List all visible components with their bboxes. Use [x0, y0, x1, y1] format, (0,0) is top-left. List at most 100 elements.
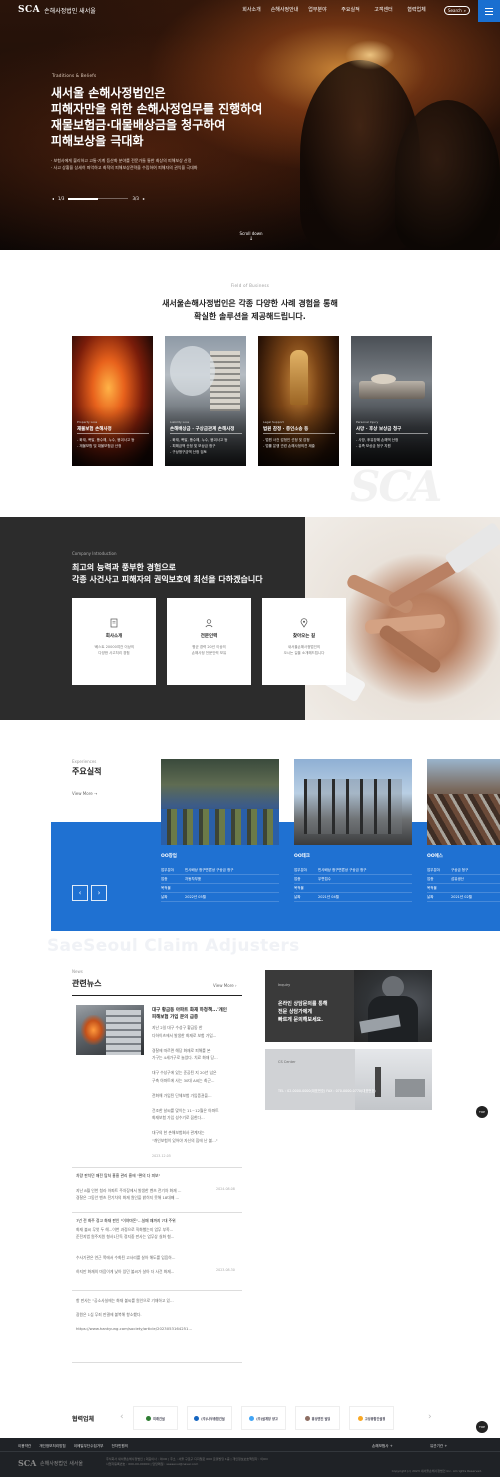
next-arrow-icon[interactable]: › [91, 885, 107, 901]
row-key: 목적물 [161, 886, 171, 890]
news-thumbnail[interactable] [76, 1005, 144, 1055]
partner-logo[interactable]: (주)설계장 양고 [241, 1406, 286, 1430]
hand-shape [386, 559, 459, 609]
intro-card-location[interactable]: 찾아오는 길 새서울손해사정법인의 오시는 길을 소개해드립니다 [262, 598, 346, 685]
nav-item-about[interactable]: 회사소개 [235, 6, 268, 13]
card-desc-line: - 재물보험 및 대물보험금 산정 [77, 444, 122, 448]
plus-icon: + [444, 1444, 448, 1448]
footer-link-email[interactable]: 이메일무단수집거부 [74, 1444, 104, 1449]
intro-cards: 회사소개 '베스트 20000여건 이상의 다양한 사고처리 경험 전문인력 평… [72, 598, 346, 685]
experiences-more-link[interactable]: View More → [72, 791, 97, 796]
row-value: 섬유생산 [451, 877, 464, 881]
partners-next-icon[interactable]: › [428, 1412, 432, 1422]
card-desc: - 화재, 폭발, 풍수해, 누수, 붕괴사고 등 - 재물보험 및 대물보험금… [77, 437, 134, 449]
hand-shape [364, 613, 446, 635]
partner-logo[interactable]: 미래건설 [133, 1406, 178, 1430]
scroll-top-button[interactable]: TOP [476, 1106, 488, 1118]
business-title-line: 확실한 솔루션을 제공해드립니다. [194, 312, 306, 321]
flowers-shape [371, 374, 396, 384]
nav-item-support[interactable]: 고객센터 [367, 6, 400, 13]
news-feature-line: 지난 2일 대구 수성구 황금동 한 [152, 1025, 203, 1030]
footer-select-agencies[interactable]: 유관기관 + [430, 1444, 447, 1449]
news-separator [72, 1290, 242, 1291]
intro-card-title: 회사소개 [105, 634, 123, 639]
row-value [318, 884, 412, 892]
card-desc-line: - 법률 분쟁 관련 손해사정의견 제출 [263, 444, 315, 448]
footer-link-civil[interactable]: 전자민원의 [111, 1444, 128, 1449]
business-card-property[interactable]: Property Loss 재물보험 손해사정 - 화재, 폭발, 풍수해, 누… [72, 336, 153, 466]
footer-select-insurers[interactable]: 손해보험사 + [372, 1444, 393, 1449]
fire-shape [81, 1015, 106, 1045]
experience-row: 업무분야 민사배상 청구변론상 구상금 청구 [161, 866, 279, 875]
experience-photo [294, 759, 412, 845]
inquiry-eyebrow: Inquiry [278, 983, 291, 987]
business-card-injury[interactable]: Personal Injury 사망 · 후상 보상금 청구 - 사망, 후유장… [351, 336, 432, 466]
slide-current: 1/3 [58, 196, 65, 201]
casket-shape [359, 381, 425, 399]
intro-title: 최고의 능력과 풍부한 경험으로 각종 사건사고 피해자의 권익보호에 최선을 … [72, 562, 263, 586]
partner-logo[interactable]: 고성종합건설정 [349, 1406, 394, 1430]
partner-logos: 미래건설 (주)나우종합건설 (주)설계장 양고 흥성엔진 빌딩 고성종합건설정 [133, 1406, 394, 1430]
experience-item[interactable]: OO테크 업무분야 민사배상 청구변론상 구상금 청구 업종 우편접수 목적물 날짜… [294, 759, 412, 902]
card-shade [72, 406, 153, 466]
news-date: 2023.12.05 [152, 1154, 171, 1158]
business-card-legal[interactable]: Legal Support 법원 감정 · 증인소송 등 - 법원 사건 감정인… [258, 336, 339, 466]
nav-item-experiences[interactable]: 주요실적 [334, 6, 367, 13]
footer-link-privacy[interactable]: 개인정보처리방침 [39, 1444, 65, 1449]
row-key: 업무분야 [427, 868, 440, 872]
nav-item-partners[interactable]: 협력업체 [400, 6, 433, 13]
slide-prev-icon[interactable]: ◂ [52, 196, 54, 201]
fire-glow [345, 40, 395, 70]
intro-title-line: 최고의 능력과 풍부한 경험으로 [72, 563, 177, 572]
news-item-line: 광원은 1심 무죄 판결에 불복해 항소했다. [76, 1312, 142, 1317]
partner-logo[interactable]: (주)나우종합건설 [187, 1406, 232, 1430]
intro-card-experts[interactable]: 전문인력 평균 경력 20년 이상의 손해사정 전문인력 보유 [167, 598, 251, 685]
search-button[interactable]: Search ⌕ [444, 6, 470, 15]
intro-title-line: 각종 사건사고 피해자의 권익보호에 최선을 다하겠습니다 [72, 575, 263, 584]
company-intro: Company Introduction 최고의 능력과 풍부한 경험으로 각종… [0, 517, 500, 720]
inquiry-title: 온라인 상담문의를 통해 전문 상담가에게 빠르게 문의해보세요. [278, 1000, 327, 1024]
news-more-link[interactable]: View More › [213, 983, 237, 988]
card-eyebrow: Legal Support [263, 420, 284, 424]
news-item-link[interactable]: https://www.hankyung.com/society/article… [76, 1325, 192, 1332]
site-logo[interactable]: SCA 손해사정법인 새서울 [18, 5, 96, 15]
nav-item-guide[interactable]: 손해사정안내 [268, 6, 301, 13]
partner-logo[interactable]: 흥성엔진 빌딩 [295, 1406, 340, 1430]
footer-link-terms[interactable]: 이용약관 [18, 1444, 31, 1449]
card-title: 손해배상금 · 구상금관계 손해사정 [170, 427, 235, 432]
business-card-liability[interactable]: Liability Loss 손해배상금 · 구상금관계 손해사정 - 화재, … [165, 336, 246, 466]
news-title: 관련뉴스 [72, 979, 102, 988]
top-label: TOP [478, 1110, 485, 1114]
intro-eyebrow: Company Introduction [72, 551, 117, 556]
news-feature-line: 대구 수성구에 있는 준공된 지 20년 넘은 [152, 1070, 217, 1075]
inquiry-banner[interactable]: Inquiry 온라인 상담문의를 통해 전문 상담가에게 빠르게 문의해보세요… [265, 970, 432, 1042]
news-separator [72, 1167, 242, 1168]
footer-info-line: 사업자등록번호 : 000-00-00000 | 담당메일 : saeseoul… [106, 1462, 199, 1466]
card-divider [77, 433, 149, 434]
row-value: 민사배상 청구변론상 구상금 청구 [318, 868, 367, 872]
inquiry-title-line: 빠르게 문의해보세요. [278, 1017, 324, 1023]
intro-card-desc-line: 손해사정 전문인력 보유 [191, 651, 227, 655]
logo-text: 손해사정법인 새서울 [44, 7, 96, 15]
nav-item-business[interactable]: 업무분야 [301, 6, 334, 13]
row-key: 업무분야 [294, 868, 307, 872]
menu-button[interactable] [478, 0, 500, 22]
experience-item[interactable]: OO에스 업무분야 구상금 청구 업종 섬유생산 목적물 날짜 2021년 02월 [427, 759, 500, 902]
news-item-line: 지난 8월 인천 청라 아파트 주차장에서 발생한 벤츠 전기차 화재 ... [76, 1188, 182, 1193]
scroll-top-button[interactable]: TOP [476, 1421, 488, 1433]
hero-bullets: · 보험사에게 불리하고 고통·기계 등산화 분야를 전문가들 통한 최상의 피… [51, 157, 197, 171]
news-feature-title[interactable]: 대구 황금동 아파트 화재 하청책...'개인 피해보험 가입 문의 급증 [152, 1007, 227, 1021]
news-item-title[interactable]: 7년 전 화주 정고 화재 판인 "이야마돈"...실패 때까지 7대 주위 [76, 1218, 176, 1224]
experience-row: 업종 섬유생산 [427, 875, 500, 884]
experience-item[interactable]: OO창업 업무분야 민사배상 청구변론상 구상금 청구 업종 자동차부품 목적물 날… [161, 759, 279, 902]
slide-next-icon[interactable]: ▸ [143, 196, 145, 201]
intro-card-about[interactable]: 회사소개 '베스트 20000여건 이상의 다양한 사고처리 경험 [72, 598, 156, 685]
news-item-title[interactable]: 차량 판치던 매전 탐처 흥흥 관리 흥에 "편의 다 피보" [76, 1173, 160, 1179]
partners-prev-icon[interactable]: ‹ [120, 1412, 124, 1422]
business-title: 새서울손해사정법인은 각종 다양한 사례 경험을 통해 확실한 솔루션을 제공해… [0, 297, 500, 323]
top-label: TOP [478, 1425, 485, 1429]
scroll-down[interactable]: Scroll down ↓ [238, 231, 264, 242]
experience-row: 목적물 [294, 884, 412, 893]
prev-arrow-icon[interactable]: ‹ [72, 885, 88, 901]
firefighter-figure [395, 100, 500, 250]
